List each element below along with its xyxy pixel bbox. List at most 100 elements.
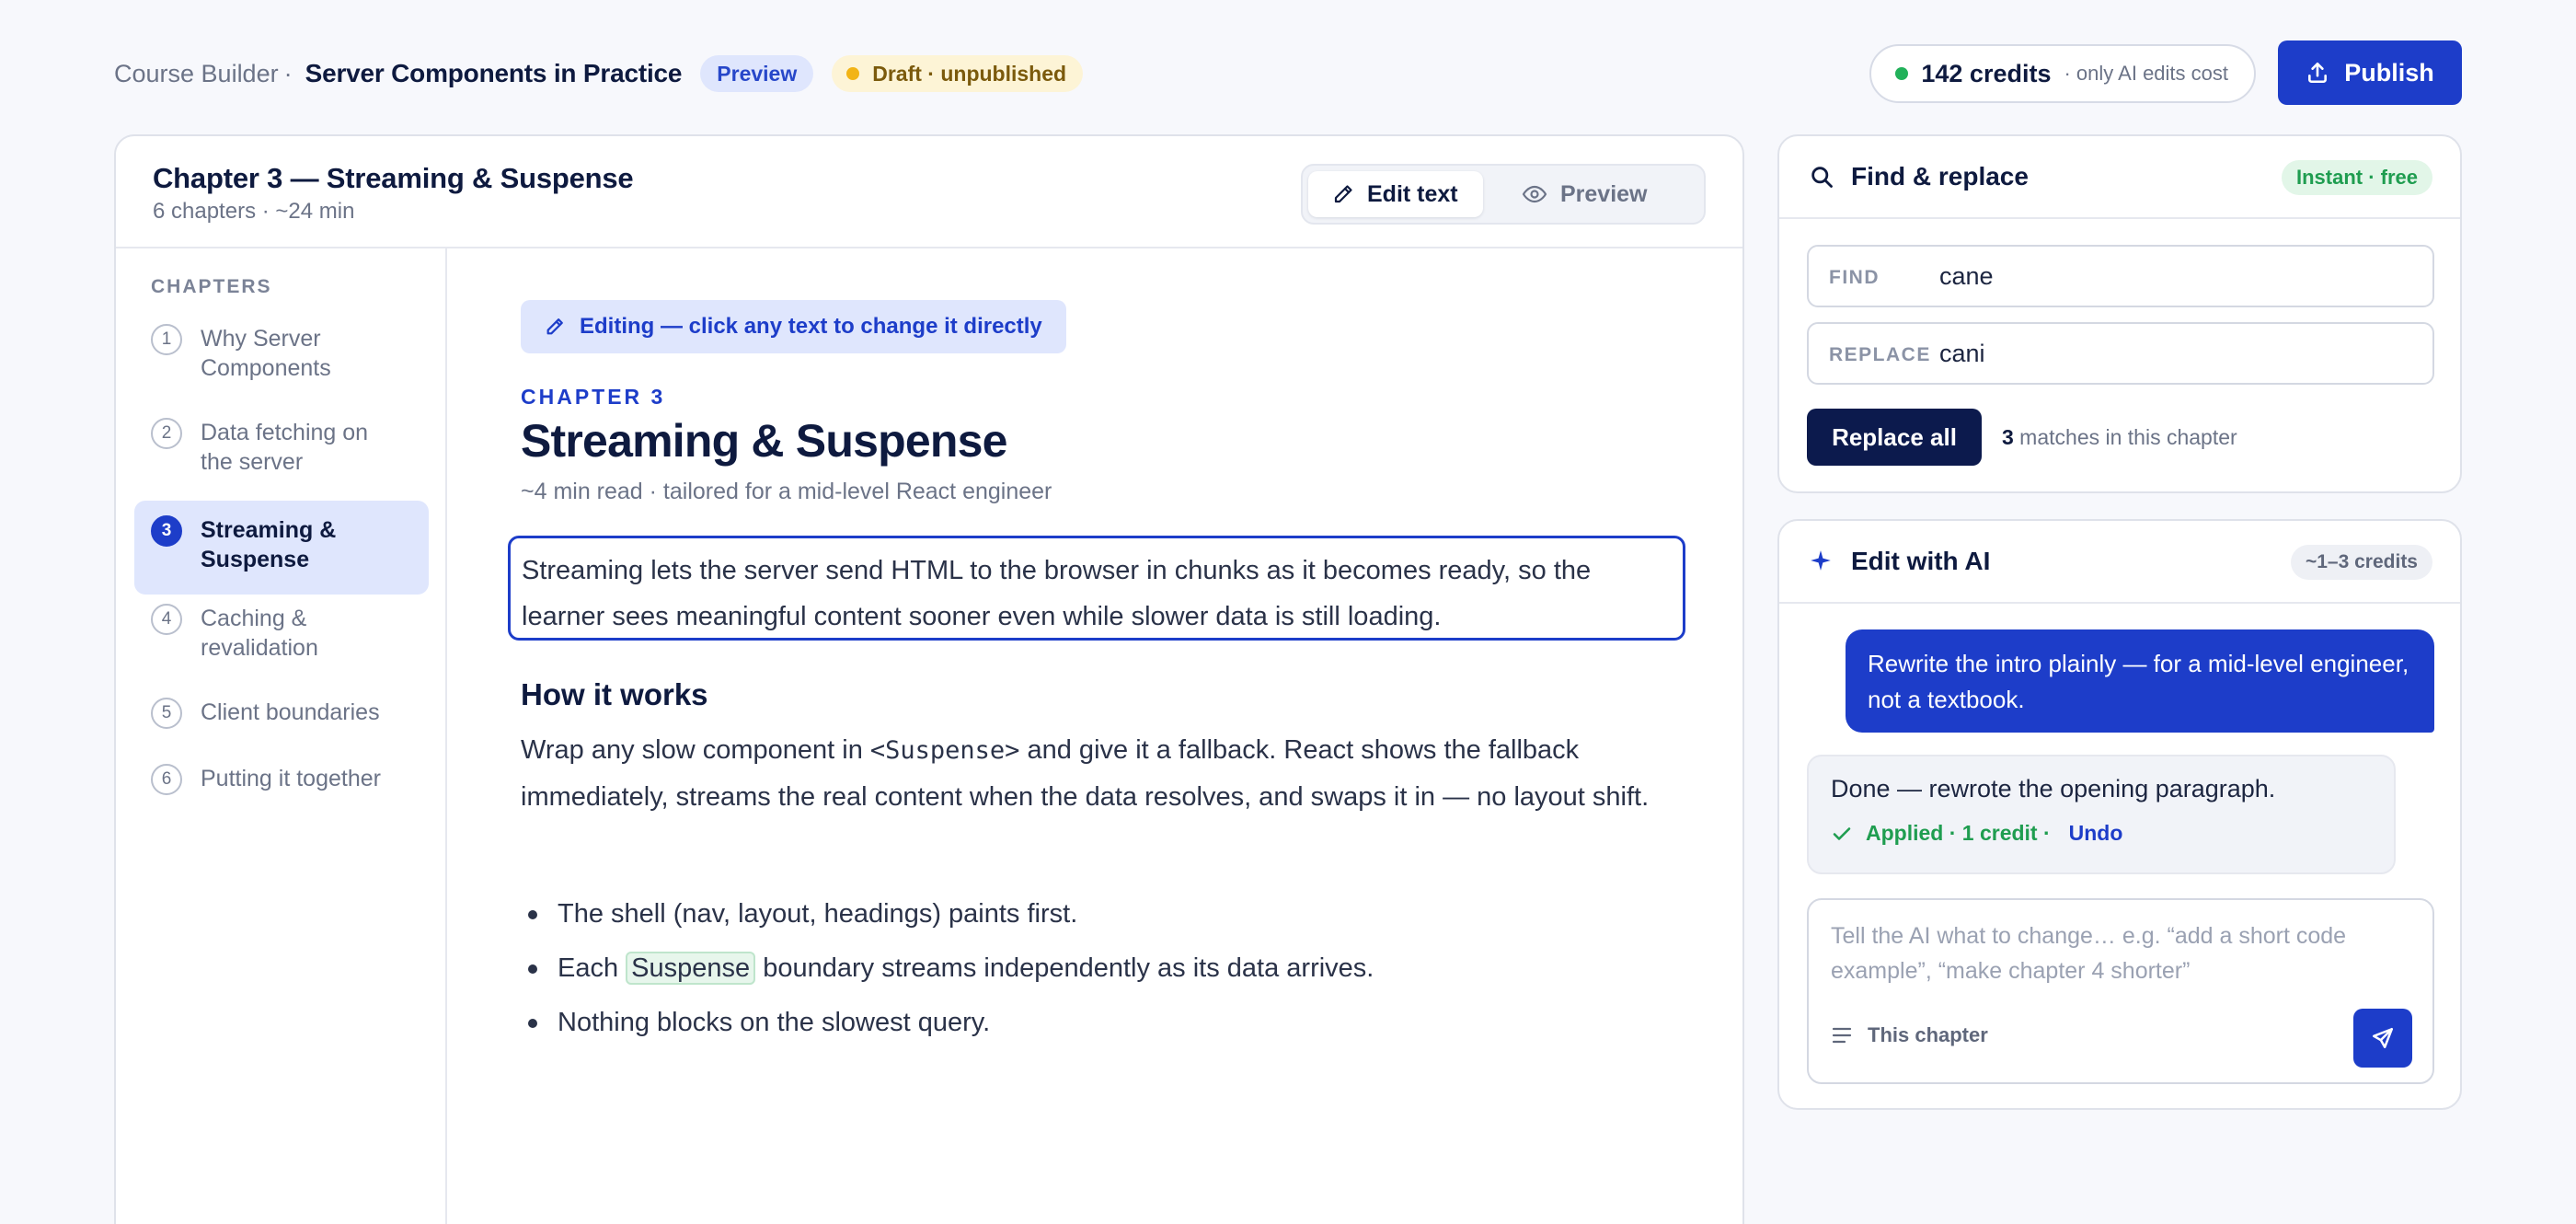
chapter-number: 6 (151, 764, 182, 795)
pencil-icon (545, 317, 580, 337)
mode-toggle: Edit text Preview (1301, 164, 1706, 225)
scope-selector[interactable]: This chapter (1831, 1023, 1988, 1047)
ai-applied-status: Applied · 1 credit · Undo (1831, 821, 2122, 846)
scope-label: This chapter (1868, 1023, 1988, 1046)
ai-applied-text: Applied · 1 credit · (1866, 821, 2051, 845)
list-item-text-end: boundary streams independently as its da… (755, 953, 1374, 983)
send-button[interactable] (2353, 1009, 2412, 1068)
chapter-editor: Chapter 3 — Streaming & Suspense 6 chapt… (114, 134, 1744, 1224)
sidebar-item-chapter-1[interactable]: 1 Why Server Components (134, 324, 429, 388)
reading-meta: ~4 min read · tailored for a mid-level R… (521, 479, 1052, 504)
ai-edit-panel: Edit with AI ~1–3 credits Rewrite the in… (1777, 519, 2462, 1110)
find-match-highlight: Suspense (626, 952, 756, 985)
replace-field-label: REPLACE (1829, 344, 1931, 365)
breadcrumb: Course Builder · Server Components in Pr… (114, 40, 1084, 107)
match-count: 3 matches in this chapter (2002, 425, 2237, 450)
check-icon (1831, 823, 1866, 845)
chapter-number: 1 (151, 324, 182, 355)
draft-status-label: Draft · unpublished (872, 61, 1067, 86)
chapters-sidebar: CHAPTERS 1 Why Server Components 2 Data … (116, 248, 447, 1224)
ai-prompt-input[interactable]: Tell the AI what to change… e.g. “add a … (1807, 898, 2434, 1084)
match-count-number: 3 (2002, 425, 2014, 449)
course-title: Server Components in Practice (305, 59, 683, 87)
sidebar-item-chapter-3[interactable]: 3 Streaming & Suspense (134, 501, 429, 595)
sidebar-item-chapter-4[interactable]: 4 Caching & revalidation (134, 604, 429, 668)
find-field-value: cane (1939, 262, 1994, 290)
credits-status-dot (1895, 67, 1909, 80)
find-replace-title: Find & replace (1851, 162, 2029, 191)
editing-hint-banner: Editing — click any text to change it di… (521, 300, 1066, 353)
edit-text-mode-label: Edit text (1367, 180, 1458, 207)
user-message: Rewrite the intro plainly — for a mid-le… (1846, 629, 2434, 733)
preview-mode-button[interactable]: Preview (1507, 171, 1691, 217)
paragraph-text-start: Wrap any slow component in (521, 735, 870, 765)
replace-field[interactable]: REPLACE cani (1807, 322, 2434, 385)
find-replace-header: Find & replace Instant · free (1779, 136, 2460, 219)
chapter-label: Why Server Components (201, 326, 331, 381)
publish-label: Publish (2344, 58, 2434, 87)
chapter-number: 3 (151, 515, 182, 547)
match-count-text: matches in this chapter (2013, 425, 2237, 449)
draft-status-dot (846, 67, 860, 80)
sidebar-item-chapter-6[interactable]: 6 Putting it together (134, 764, 429, 801)
sidebar-item-chapter-5[interactable]: 5 Client boundaries (134, 698, 429, 734)
list-item-text-start: Each (558, 953, 627, 983)
chapters-heading: CHAPTERS (151, 276, 272, 297)
lines-icon (1831, 1025, 1868, 1045)
chapter-label: Streaming & Suspense (201, 517, 337, 572)
publish-button[interactable]: Publish (2278, 40, 2462, 105)
section-heading[interactable]: How it works (521, 677, 708, 712)
sidebar-item-chapter-2[interactable]: 2 Data fetching on the server (134, 418, 429, 482)
instant-free-badge: Instant · free (2281, 160, 2432, 195)
credits-note: · only AI edits cost (2064, 62, 2228, 85)
ai-edit-header: Edit with AI ~1–3 credits (1779, 521, 2460, 604)
editing-hint-text: Editing — click any text to change it di… (580, 314, 1042, 339)
bullet-list: The shell (nav, layout, headings) paints… (521, 887, 1689, 1050)
chapter-number: 4 (151, 604, 182, 635)
chapter-number: 2 (151, 418, 182, 449)
list-item[interactable]: The shell (nav, layout, headings) paints… (521, 887, 1689, 941)
intro-paragraph-editable[interactable]: Streaming lets the server send HTML to t… (508, 536, 1685, 641)
replace-field-value: cani (1939, 340, 1985, 367)
chapter-title: Chapter 3 — Streaming & Suspense (153, 162, 634, 194)
pencil-icon (1332, 183, 1367, 205)
search-icon (1809, 164, 1834, 190)
credits-value: 142 credits (1921, 59, 2052, 87)
chapter-label: Data fetching on the server (201, 420, 369, 475)
edit-text-mode-button[interactable]: Edit text (1308, 171, 1483, 217)
find-replace-panel: Find & replace Instant · free FIND cane … (1777, 134, 2462, 493)
breadcrumb-separator: · (283, 59, 293, 87)
chapter-meta: 6 chapters · ~24 min (153, 199, 355, 224)
replace-all-button[interactable]: Replace all (1807, 409, 1982, 466)
sparkle-icon (1809, 548, 1833, 572)
body-paragraph[interactable]: Wrap any slow component in <Suspense> an… (521, 727, 1689, 821)
chapter-heading[interactable]: Streaming & Suspense (521, 414, 1007, 468)
top-bar: Course Builder · Server Components in Pr… (114, 40, 2462, 107)
ai-reply-text: Done — rewrote the opening paragraph. (1831, 775, 2276, 803)
ai-prompt-placeholder: Tell the AI what to change… e.g. “add a … (1831, 923, 2347, 984)
preview-badge: Preview (700, 55, 814, 92)
preview-mode-label: Preview (1560, 180, 1648, 207)
chapter-label: Putting it together (201, 766, 381, 791)
find-field-label: FIND (1829, 267, 1880, 288)
send-icon (2371, 1026, 2395, 1050)
draft-status-badge: Draft · unpublished (832, 55, 1084, 92)
chapter-label: Client boundaries (201, 699, 380, 725)
chapter-label: Caching & revalidation (201, 606, 318, 661)
ai-cost-badge: ~1–3 credits (2290, 545, 2432, 580)
list-item[interactable]: Nothing blocks on the slowest query. (521, 996, 1689, 1050)
upload-icon (2306, 61, 2344, 85)
list-item[interactable]: Each Suspense boundary streams independe… (521, 941, 1689, 996)
chapter-kicker: CHAPTER 3 (521, 385, 666, 409)
eye-icon (1522, 183, 1560, 205)
editor-header: Chapter 3 — Streaming & Suspense 6 chapt… (116, 136, 1742, 248)
find-field[interactable]: FIND cane (1807, 245, 2434, 307)
undo-link[interactable]: Undo (2069, 821, 2123, 846)
ai-edit-title: Edit with AI (1851, 547, 1991, 575)
chapter-number: 5 (151, 698, 182, 729)
chapter-content: Editing — click any text to change it di… (447, 248, 1742, 1224)
breadcrumb-root[interactable]: Course Builder (114, 60, 279, 88)
ai-reply: Done — rewrote the opening paragraph. Ap… (1807, 755, 2396, 874)
inline-code: <Suspense> (869, 736, 1020, 765)
credits-indicator: 142 credits · only AI edits cost (1869, 44, 2256, 103)
